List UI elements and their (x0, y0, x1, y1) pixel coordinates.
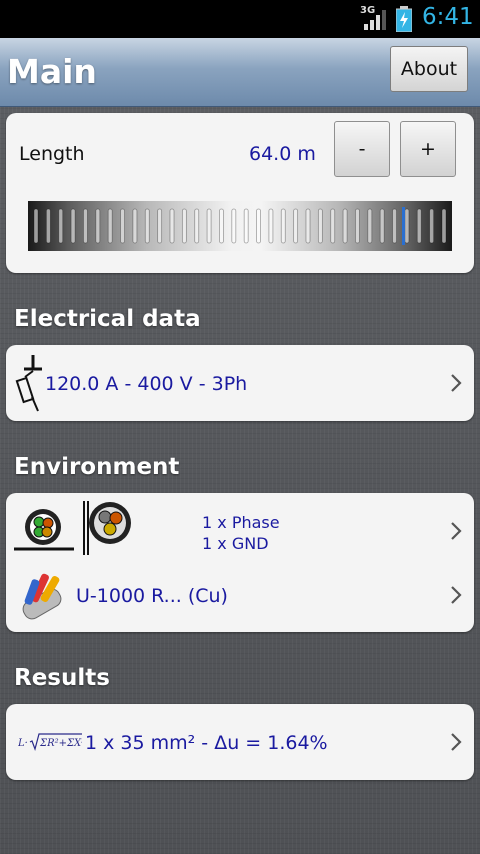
slider-tick (268, 208, 274, 244)
section-title-electrical: Electrical data (14, 306, 201, 332)
results-summary: 1 x 35 mm² - Δu = 1.64% (85, 732, 328, 754)
cable-type-row[interactable]: U-1000 R... (Cu) (6, 563, 474, 631)
slider-tick (293, 208, 299, 244)
slider-tick (280, 208, 286, 244)
slider-tick (355, 208, 360, 244)
slider-ticks (33, 207, 447, 245)
slider-tick (45, 208, 51, 244)
svg-text:ΣR²+ΣX²: ΣR²+ΣX² (39, 738, 82, 749)
cable-bundle-icon (22, 573, 62, 620)
slider-tick (379, 208, 385, 244)
slider-tick (132, 208, 138, 244)
cable-type: U-1000 R... (Cu) (76, 585, 228, 607)
page-title: Main (7, 52, 97, 91)
cable-installation-icon (14, 509, 74, 551)
section-title-environment: Environment (14, 454, 180, 480)
electrical-data-row[interactable]: 120.0 A - 400 V - 3Ph (6, 345, 474, 421)
svg-text:L·: L· (18, 738, 28, 749)
slider-tick (144, 208, 150, 244)
conductor-phase: 1 x Phase (202, 513, 280, 532)
slider-tick (58, 208, 64, 244)
slider-indicator (402, 207, 405, 245)
slider-tick (83, 208, 88, 244)
length-wheel-slider[interactable] (28, 201, 452, 251)
slider-tick (367, 208, 373, 244)
chevron-right-icon (451, 522, 462, 540)
slider-tick (441, 208, 447, 244)
conductor-gnd: 1 x GND (202, 534, 269, 553)
length-card: Length 64.0 m - + (6, 113, 474, 273)
slider-tick (157, 208, 163, 244)
slider-tick (416, 208, 422, 244)
electrical-summary: 120.0 A - 400 V - 3Ph (45, 373, 248, 395)
slider-tick (256, 208, 261, 244)
chevron-right-icon (451, 586, 462, 604)
slider-tick (120, 208, 125, 244)
increase-length-button[interactable]: + (400, 121, 456, 177)
slider-tick (231, 208, 237, 244)
slider-tick (70, 208, 76, 244)
status-bar: 3G 6:41 (0, 0, 480, 38)
slider-tick (342, 208, 348, 244)
formula-icon: L· ΣR²+ΣX² (18, 733, 82, 751)
fuse-icon (15, 355, 42, 412)
slider-tick (219, 208, 224, 244)
slider-tick (317, 208, 323, 244)
section-title-results: Results (14, 665, 110, 691)
battery-charging-icon (396, 6, 412, 32)
slider-tick (169, 208, 175, 244)
slider-tick (107, 208, 113, 244)
environment-card: 1 x Phase 1 x GND U-1000 R... (Cu) (6, 493, 474, 632)
chevron-right-icon (451, 733, 462, 751)
slider-tick (33, 208, 39, 244)
installation-row[interactable]: 1 x Phase 1 x GND (6, 493, 474, 561)
slider-tick (194, 208, 200, 244)
title-bar: Main About (0, 38, 480, 107)
cable-cross-section-icon (83, 501, 131, 555)
slider-tick (305, 208, 311, 244)
slider-tick (330, 208, 336, 244)
results-row[interactable]: L· ΣR²+ΣX² 1 x 35 mm² - Δu = 1.64% (6, 704, 474, 780)
slider-tick (392, 208, 397, 244)
slider-tick (243, 208, 249, 244)
slider-tick (181, 208, 187, 244)
chevron-right-icon (451, 374, 462, 392)
signal-icon (364, 10, 386, 30)
slider-tick (404, 208, 410, 244)
length-label: Length (19, 143, 85, 165)
slider-tick (95, 208, 101, 244)
clock: 6:41 (422, 4, 474, 30)
slider-tick (429, 208, 435, 244)
decrease-length-button[interactable]: - (334, 121, 390, 177)
about-button[interactable]: About (390, 46, 468, 92)
slider-tick (206, 208, 212, 244)
length-value: 64.0 m (249, 143, 316, 165)
